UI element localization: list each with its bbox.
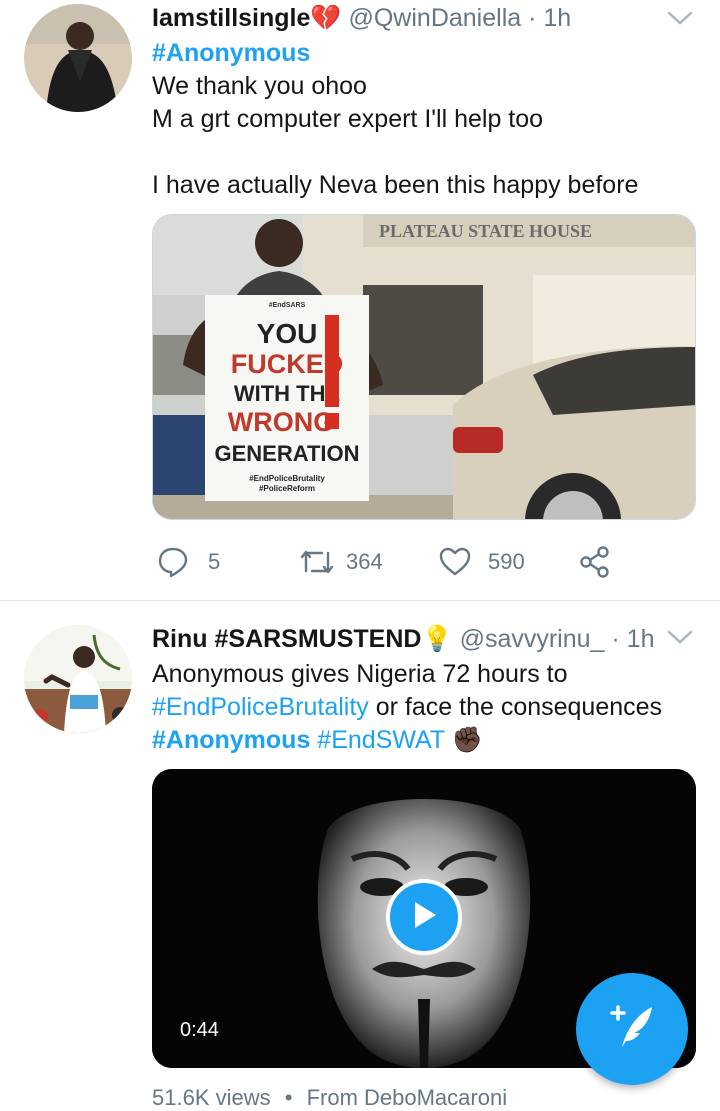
broken-heart-emoji: 💔 (310, 4, 342, 32)
like-count: 590 (488, 549, 525, 574)
avatar[interactable] (24, 4, 132, 112)
compose-tweet-icon (604, 999, 660, 1060)
video-source-link[interactable]: From DeboMacaroni (307, 1085, 508, 1110)
tweet-header: Rinu #SARSMUSTEND💡 @savvyrinu_ · 1h (152, 625, 654, 654)
share-icon (578, 545, 612, 579)
sign-small-text: #EndSARS (269, 302, 306, 309)
handle[interactable]: @savvyrinu_ (460, 625, 605, 653)
chevron-down-icon[interactable] (666, 627, 694, 647)
sign-you: YOU (257, 318, 318, 349)
hashtag-link[interactable]: #EndPoliceBrutality (152, 693, 369, 721)
video-duration: 0:44 (180, 1019, 219, 1041)
tweet-actions: 5 364 590 (152, 540, 672, 584)
hashtag-link[interactable]: #EndSWAT (310, 726, 444, 754)
timestamp: · 1h (528, 4, 572, 32)
reply-count: 5 (208, 549, 221, 574)
video-views-line: 51.6K views • From DeboMacaroni (152, 1085, 508, 1110)
raised-fist-emoji: ✊🏿 (451, 726, 483, 754)
building-sign: PLATEAU STATE HOUSE (379, 221, 592, 241)
tweet-photo[interactable]: PLATEAU STATE HOUSE #EndSARS YOU FUCKED … (152, 214, 696, 520)
like-button[interactable]: 590 (438, 540, 525, 584)
display-name[interactable]: Iamstillsingle (152, 4, 310, 32)
display-name[interactable]: Rinu #SARSMUSTEND (152, 625, 421, 653)
retweet-icon (298, 545, 336, 579)
avatar[interactable] (24, 625, 132, 733)
sign-with-the: WITH THE (234, 381, 340, 406)
tweet-text-line: Anonymous gives Nigeria 72 hours to (152, 660, 568, 688)
retweet-button[interactable]: 364 (298, 540, 383, 584)
tweet-text-line: M a grt computer expert I'll help too (152, 105, 544, 133)
hashtag-link[interactable]: #Anonymous (152, 726, 310, 754)
views-count: 51.6K views (152, 1085, 271, 1110)
handle[interactable]: @QwinDaniella (348, 4, 521, 32)
tweet-text-line: #Anonymous #EndSWAT ✊🏿 (152, 724, 483, 757)
reply-button[interactable]: 5 (156, 540, 220, 584)
sign-generation: GENERATION (214, 441, 359, 466)
timestamp: · 1h (611, 625, 655, 653)
sign-tag-2: #PoliceReform (259, 484, 315, 493)
reply-icon (156, 545, 190, 579)
tweet-text-line: I have actually Neva been this happy bef… (152, 171, 639, 199)
like-icon (438, 545, 472, 579)
play-icon (409, 899, 439, 936)
sign-wrong: WRONG (228, 407, 334, 437)
tweet-text-line: #EndPoliceBrutality or face the conseque… (152, 693, 663, 721)
tweet-header: Iamstillsingle💔 @QwinDaniella · 1h (152, 4, 571, 33)
retweet-count: 364 (346, 549, 383, 574)
compose-tweet-button[interactable] (576, 973, 688, 1085)
video-play-button[interactable] (386, 879, 462, 955)
share-button[interactable] (578, 540, 612, 584)
light-bulb-emoji: 💡 (421, 625, 453, 653)
tweet-hashtag[interactable]: #Anonymous (152, 37, 310, 70)
tweet-1[interactable]: Iamstillsingle💔 @QwinDaniella · 1h #Anon… (0, 0, 720, 600)
sign-tag-1: #EndPoliceBrutality (249, 474, 325, 483)
chevron-down-icon[interactable] (666, 8, 694, 28)
tweet-text-line: We thank you ohoo (152, 72, 367, 100)
